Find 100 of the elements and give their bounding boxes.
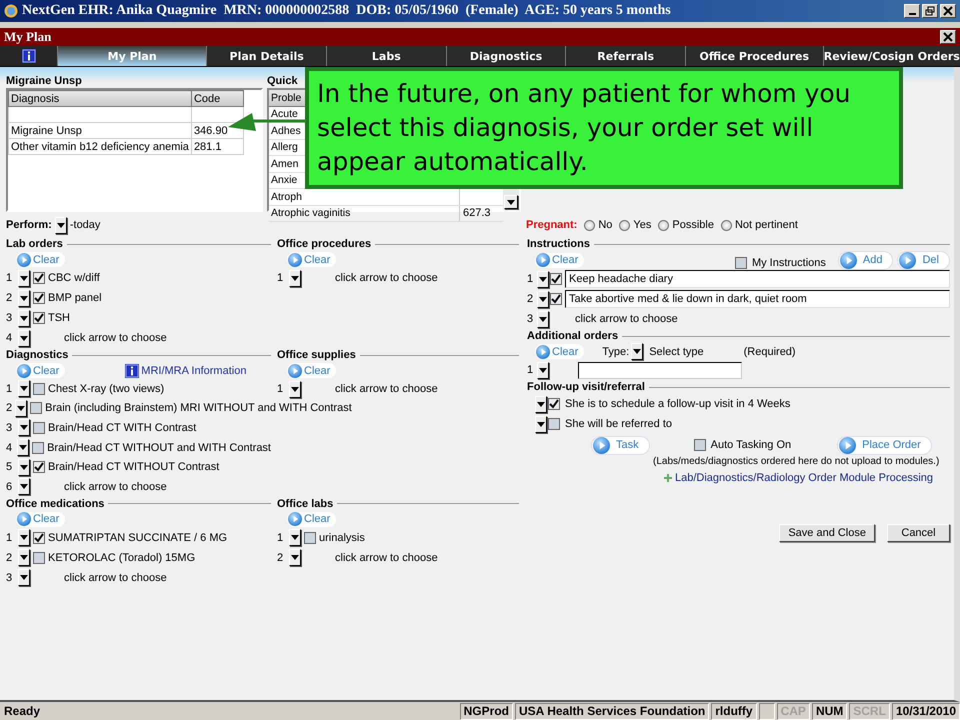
dropdown-button[interactable] xyxy=(54,216,67,234)
radio-button[interactable] xyxy=(658,220,670,230)
checkbox[interactable] xyxy=(734,257,747,269)
dropdown-button[interactable] xyxy=(18,330,30,346)
list-item[interactable]: Atrophic vaginitis xyxy=(271,207,350,220)
checkbox[interactable] xyxy=(33,422,45,434)
dropdown-button[interactable] xyxy=(18,529,30,546)
caret-icon xyxy=(19,445,28,450)
section-title: Lab orders xyxy=(6,238,63,250)
checkbox[interactable] xyxy=(548,418,560,430)
tab[interactable]: Referrals xyxy=(565,46,686,66)
action-button[interactable]: Del xyxy=(897,250,950,270)
clear-button[interactable]: Clear xyxy=(16,252,66,267)
caret-icon xyxy=(20,575,28,580)
dropdown-button[interactable] xyxy=(18,458,30,476)
tab[interactable]: Labs xyxy=(326,46,446,66)
scroll-down-button[interactable] xyxy=(504,195,518,209)
dropdown-button[interactable] xyxy=(289,270,301,286)
caret-icon xyxy=(20,555,28,560)
dropdown-button[interactable] xyxy=(537,270,549,288)
clear-button[interactable]: Clear xyxy=(287,252,336,267)
dropdown-button[interactable] xyxy=(537,310,549,328)
list-item[interactable]: Anxie xyxy=(271,174,298,186)
list-item[interactable]: Allerg xyxy=(271,141,298,154)
status-pane: NUM xyxy=(812,702,848,720)
dropdown-button[interactable] xyxy=(289,549,301,566)
dropdown-button[interactable] xyxy=(18,549,30,566)
tab[interactable]: Office Procedures xyxy=(685,46,823,66)
dropdown-button[interactable] xyxy=(18,380,30,398)
clear-button[interactable]: Clear xyxy=(535,252,584,268)
clear-button[interactable]: Clear xyxy=(16,512,66,527)
dropdown-button[interactable] xyxy=(18,478,30,496)
dropdown-button[interactable] xyxy=(537,362,549,378)
dropdown-button[interactable] xyxy=(18,290,30,306)
dropdown-value: -today xyxy=(70,219,100,231)
checkbox[interactable] xyxy=(550,293,562,305)
radio-button[interactable] xyxy=(584,220,596,230)
input-field[interactable] xyxy=(578,362,742,378)
status-pane: rlduffy xyxy=(711,702,757,720)
clear-button[interactable]: Clear xyxy=(287,363,336,378)
place-order-button[interactable]: Place Order xyxy=(837,436,932,454)
restore-button[interactable] xyxy=(922,4,938,18)
clear-button[interactable]: Clear xyxy=(535,344,584,359)
dropdown-button[interactable] xyxy=(289,529,301,546)
tab[interactable]: Plan Details xyxy=(206,46,326,66)
list-item[interactable]: Acute xyxy=(271,108,298,120)
info-icon xyxy=(125,364,140,378)
info-link[interactable]: MRI/MRA Information xyxy=(141,364,246,376)
list-item[interactable]: Amen xyxy=(271,158,298,170)
checkbox[interactable] xyxy=(33,552,45,564)
checkbox[interactable] xyxy=(304,532,316,544)
dropdown-button[interactable] xyxy=(18,310,30,326)
checkbox[interactable] xyxy=(33,312,45,324)
field-label: Pregnant: xyxy=(526,219,578,231)
checkbox[interactable] xyxy=(550,273,562,285)
checkbox[interactable] xyxy=(548,398,560,410)
clear-button[interactable]: Clear xyxy=(16,363,66,378)
row-number: 1 xyxy=(277,272,284,284)
list-item[interactable]: Adhes xyxy=(271,124,301,137)
instruction-field[interactable]: Keep headache diary xyxy=(565,270,950,288)
close-button[interactable] xyxy=(940,30,956,44)
tab[interactable]: Diagnostics xyxy=(446,46,566,66)
status-pane: 10/31/2010 xyxy=(892,702,960,720)
checkbox[interactable] xyxy=(33,272,45,284)
window-title: NextGen EHR: Anika Quagmire MRN: 000000002588 DOB: 05/05/1960 (Female) AGE: 50 years 5 months xyxy=(22,3,671,19)
dropdown-button[interactable] xyxy=(289,380,301,398)
row-number: 1 xyxy=(6,382,14,395)
caret-icon xyxy=(539,276,547,282)
caret-icon xyxy=(20,316,28,320)
checkbox[interactable] xyxy=(33,461,45,474)
task-button[interactable]: Task xyxy=(591,436,650,454)
minimize-button[interactable] xyxy=(904,4,920,18)
dropdown-button[interactable] xyxy=(18,270,30,286)
list-item[interactable]: Atroph xyxy=(271,190,302,203)
save-button[interactable]: Save and Close xyxy=(779,524,875,542)
dropdown-button[interactable] xyxy=(631,343,644,360)
dropdown-button[interactable] xyxy=(537,290,549,308)
clear-button[interactable]: Clear xyxy=(287,512,336,527)
instruction-field[interactable]: Take abortive med & lie down in dark, quiet room xyxy=(565,290,950,308)
checkbox[interactable] xyxy=(33,292,45,304)
action-button[interactable]: Add xyxy=(838,250,894,270)
dropdown-button[interactable] xyxy=(15,400,28,417)
dropdown-button[interactable] xyxy=(17,439,30,456)
tab[interactable]: My Plan xyxy=(57,46,206,66)
checkbox[interactable] xyxy=(33,382,45,395)
radio-button[interactable] xyxy=(619,220,630,230)
checkbox[interactable] xyxy=(30,402,42,414)
module-link[interactable]: Lab/Diagnostics/Radiology Order Module Processing xyxy=(675,472,934,484)
dropdown-button[interactable] xyxy=(18,419,30,436)
dropdown-button[interactable] xyxy=(535,396,547,412)
checkbox[interactable] xyxy=(32,442,44,454)
checkbox[interactable] xyxy=(694,439,706,451)
close-button[interactable] xyxy=(940,4,956,18)
dropdown-button[interactable] xyxy=(535,416,547,432)
radio-button[interactable] xyxy=(720,220,732,230)
cancel-button[interactable]: Cancel xyxy=(887,524,950,542)
caret-icon xyxy=(20,484,28,490)
checkbox[interactable] xyxy=(33,532,45,544)
dropdown-button[interactable] xyxy=(18,569,30,586)
tab[interactable]: Review/Cosign Orders xyxy=(822,46,960,66)
